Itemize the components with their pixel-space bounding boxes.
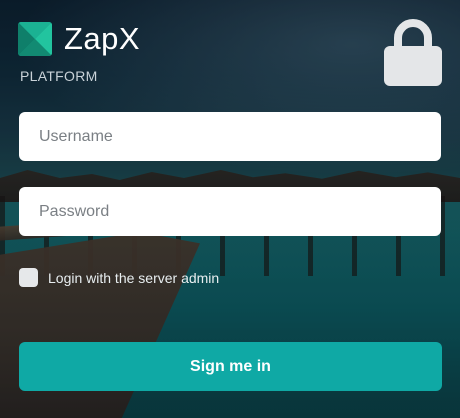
zapx-logo-icon (18, 22, 52, 56)
server-admin-checkbox[interactable] (19, 268, 38, 287)
brand: ZapX (18, 22, 140, 56)
app-subtitle: PLATFORM (20, 68, 98, 84)
server-admin-row[interactable]: Login with the server admin (19, 268, 219, 287)
server-admin-label: Login with the server admin (48, 269, 220, 286)
password-input[interactable] (19, 187, 441, 236)
app-title: ZapX (64, 21, 141, 56)
login-panel: ZapX PLATFORM Login with the server admi… (0, 0, 460, 418)
username-input[interactable] (19, 112, 441, 161)
sign-in-button[interactable]: Sign me in (19, 342, 442, 391)
lock-icon (382, 16, 444, 86)
